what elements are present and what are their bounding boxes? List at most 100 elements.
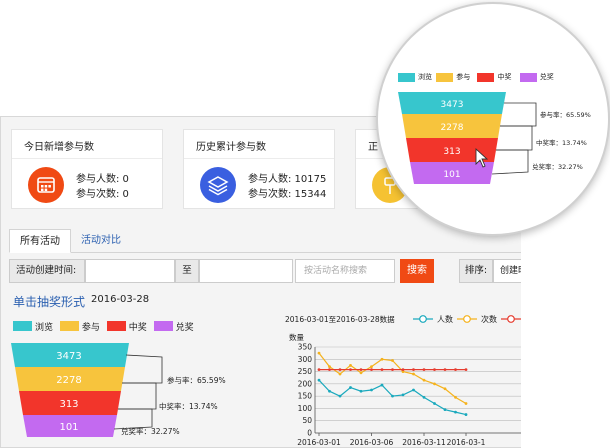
tab-activity-compare[interactable]: 活动对比: [71, 229, 131, 253]
legend-label: 兑奖: [175, 323, 194, 333]
data-point: [359, 368, 363, 372]
data-point: [370, 388, 373, 392]
section-title: 单击抽奖形式: [13, 295, 86, 309]
legend-item: 参与: [436, 72, 475, 83]
legend-label: 中奖: [497, 73, 512, 81]
legend-label: 浏览: [418, 73, 432, 81]
chart-legend-third: [501, 315, 521, 323]
history-stats-card: 历史累计参与数 参与人数: 10175 参与次数: 15344: [183, 129, 335, 209]
data-point: [359, 389, 363, 393]
data-point: [433, 402, 436, 405]
legend-label: 参与: [81, 323, 100, 333]
funnel-value: 2278: [441, 123, 464, 133]
data-point: [412, 368, 415, 372]
legend-item: 浏览: [13, 320, 57, 333]
legend-item: 中奖: [477, 72, 517, 83]
rate-bracket: [113, 408, 153, 430]
legend-item: 兑奖: [153, 320, 198, 333]
card-title: 历史累计参与数: [196, 142, 266, 153]
sort-select[interactable]: 创建时: [493, 259, 521, 283]
data-point: [349, 364, 352, 367]
data-point: [338, 372, 342, 376]
y-tick-label: 200: [298, 379, 313, 388]
legend-swatch: [519, 73, 537, 82]
data-point: [359, 371, 363, 375]
section-date: 2016-03-28: [91, 294, 150, 305]
data-point: [380, 357, 384, 361]
rate-bracket: [122, 354, 163, 384]
data-point: [422, 378, 426, 382]
sort-label: 排序:: [459, 259, 493, 283]
data-point: [443, 408, 447, 412]
data-point: [328, 365, 331, 369]
to-label: 至: [175, 259, 199, 283]
data-point: [464, 368, 468, 372]
rate-bracket: [491, 149, 529, 175]
chart-legend-people: 人数: [413, 314, 453, 324]
x-tick-label: 2016-03-06: [350, 438, 394, 447]
legend-swatch: [477, 73, 495, 82]
y-tick-label: 0: [307, 429, 312, 438]
data-point: [422, 368, 426, 372]
search-button[interactable]: 搜索: [400, 259, 434, 283]
card-stat-line: 参与次数: 15344: [248, 189, 327, 200]
data-point: [454, 368, 457, 372]
data-point: [391, 368, 394, 372]
data-point: [443, 387, 447, 391]
rate-label: 兑奖率：32.27%: [121, 426, 180, 436]
funnel-value: 3473: [56, 351, 81, 362]
y-tick-label: 50: [302, 416, 312, 425]
data-point: [380, 368, 384, 372]
data-point: [338, 368, 342, 372]
card-stat-line: 参与人数: 10175: [248, 174, 327, 185]
legend-swatch: [436, 73, 454, 82]
rate-label: 参与率：65.59%: [167, 375, 226, 385]
card-divider: [184, 158, 334, 159]
magnified-funnel: 浏览 参与 中奖 兑奖 3473 2278 313 101 参与率：65.59%…: [378, 4, 608, 234]
data-point: [412, 388, 415, 392]
legend-swatch: [398, 73, 415, 82]
rate-bracket: [500, 102, 537, 127]
data-point: [317, 378, 321, 382]
x-tick-label: 2016-03-1: [447, 438, 486, 447]
data-point: [391, 359, 394, 362]
search-input[interactable]: 按活动名称搜索: [295, 259, 395, 283]
legend-label: 兑奖: [539, 73, 554, 81]
data-point: [338, 394, 342, 398]
data-point: [422, 395, 426, 399]
rate-label: 参与率：65.59%: [540, 110, 591, 119]
funnel-value: 313: [59, 399, 78, 410]
y-tick-label: 300: [298, 355, 313, 364]
funnel-legend: 浏览 参与 中奖 兑奖: [13, 320, 198, 335]
rate-label: 中奖率：13.74%: [536, 138, 587, 147]
funnel-value: 101: [443, 170, 460, 180]
y-tick-label: 250: [298, 367, 313, 376]
end-date-input[interactable]: [199, 259, 293, 283]
chart-legend-times: 次数: [457, 314, 497, 324]
legend-item: 参与: [59, 320, 104, 333]
legend-item: 兑奖: [519, 72, 560, 83]
data-point: [464, 402, 468, 405]
funnel-value: 3473: [441, 100, 464, 110]
y-tick-label: 350: [298, 343, 313, 352]
created-time-label: 活动创建时间:: [9, 259, 85, 283]
funnel-value: 2278: [56, 375, 81, 386]
tab-all-activities[interactable]: 所有活动: [9, 229, 71, 253]
data-point: [349, 368, 352, 372]
card-divider: [12, 158, 162, 159]
rate-label: 兑奖率：32.27%: [532, 162, 583, 171]
funnel-value: 101: [59, 422, 78, 433]
data-point: [401, 393, 405, 397]
data-point: [464, 413, 468, 416]
legend-swatch: [59, 321, 79, 331]
legend-item: 中奖: [106, 320, 151, 333]
legend-swatch: [106, 321, 126, 331]
legend-swatch: [153, 321, 173, 331]
legend-label: 参与: [456, 73, 471, 81]
card-stat-line: 参与人数: 0: [76, 174, 129, 185]
start-date-input[interactable]: [85, 259, 175, 283]
y-axis-label: 数量: [289, 332, 304, 342]
line-chart: 2016-03-01至2016-03-28数据 人数 次数 数量 0 50 100 1…: [285, 314, 521, 447]
data-point: [391, 394, 394, 398]
data-point: [317, 351, 321, 355]
